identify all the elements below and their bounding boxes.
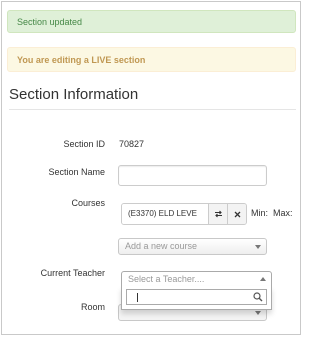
teacher-label: Current Teacher [40, 268, 105, 278]
success-alert: Section updated [7, 10, 296, 33]
title-divider [9, 109, 296, 110]
close-icon [234, 211, 240, 217]
teacher-placeholder: Select a Teacher.... [128, 274, 205, 284]
section-title: Section Information [9, 86, 139, 103]
courses-label: Courses [71, 198, 105, 208]
remove-course-button[interactable] [227, 204, 246, 224]
course-tag: (E3370) ELD LEVE [121, 203, 247, 225]
teacher-dropdown [121, 286, 272, 310]
section-name-label: Section Name [48, 167, 105, 177]
live-warning-alert: You are editing a LIVE section [7, 47, 296, 72]
swap-icon [214, 210, 222, 218]
section-id-label: Section ID [63, 139, 105, 149]
section-editor-panel: Section updated You are editing a LIVE s… [1, 1, 301, 335]
chevron-up-icon [260, 277, 266, 281]
course-tag-label: (E3370) ELD LEVE [122, 204, 208, 224]
section-id-value: 70827 [119, 139, 145, 149]
course-min-label: Min: [251, 208, 269, 218]
add-course-select[interactable]: Add a new course [118, 238, 267, 255]
swap-course-button[interactable] [208, 204, 227, 224]
search-icon [253, 292, 263, 302]
teacher-search-input[interactable] [126, 289, 267, 305]
course-max-label: Max: [273, 208, 293, 218]
teacher-select[interactable]: Select a Teacher.... [121, 271, 272, 287]
section-name-input[interactable] [118, 165, 267, 186]
add-course-placeholder: Add a new course [125, 241, 198, 251]
room-label: Room [80, 302, 105, 312]
chevron-down-icon [255, 244, 261, 249]
text-cursor [137, 293, 138, 302]
chevron-down-icon [255, 310, 261, 315]
